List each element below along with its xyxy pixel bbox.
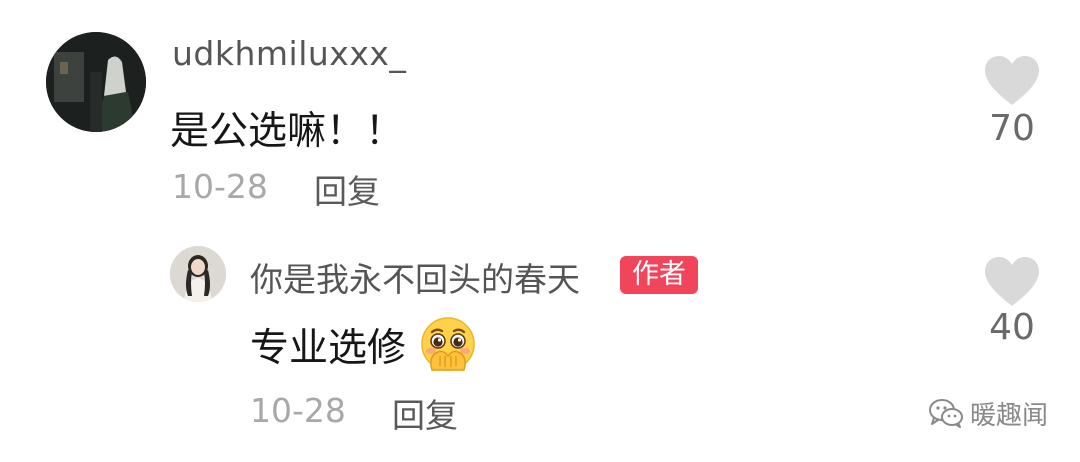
avatar-image: [46, 32, 146, 132]
avatar-image: [170, 246, 226, 302]
commenter-avatar[interactable]: [46, 32, 146, 132]
author-avatar[interactable]: [170, 246, 226, 302]
pleading-face-emoji-icon: [418, 316, 478, 372]
like-button[interactable]: [984, 256, 1040, 308]
reply-date: 10-28: [250, 391, 346, 430]
heart-icon: [985, 56, 1039, 105]
watermark: 暖趣闻: [928, 396, 1049, 431]
comment-text: 是公选嘛！！: [170, 109, 405, 154]
like-count: 70: [989, 108, 1035, 149]
reply-text: 专业选修: [250, 326, 407, 371]
comment-date: 10-28: [172, 167, 268, 206]
like-count: 40: [989, 307, 1035, 348]
watermark-text: 暖趣闻: [970, 400, 1049, 431]
wechat-icon: [929, 399, 963, 428]
reply-button[interactable]: 回复: [392, 389, 458, 437]
author-username[interactable]: 你是我永不回头的春天: [250, 253, 580, 301]
like-button[interactable]: [984, 55, 1040, 107]
reply-button[interactable]: 回复: [314, 165, 380, 213]
heart-icon: [985, 257, 1039, 306]
commenter-username[interactable]: udkhmiluxxx_: [172, 34, 406, 73]
author-badge: 作者: [620, 256, 698, 294]
